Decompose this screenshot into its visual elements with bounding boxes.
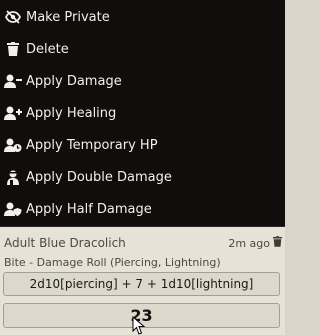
message-header: Adult Blue Dracolich 2m ago <box>4 235 282 251</box>
menu-item-apply-healing[interactable]: Apply Healing <box>0 97 285 129</box>
user-injured-icon <box>0 170 26 185</box>
menu-item-label: Apply Temporary HP <box>26 137 158 153</box>
message-speaker: Adult Blue Dracolich <box>4 236 126 250</box>
message-timestamp: 2m ago <box>228 236 270 250</box>
menu-item-apply-half-damage[interactable]: Apply Half Damage <box>0 193 285 225</box>
trash-icon[interactable] <box>273 236 282 250</box>
user-shield-icon <box>0 202 26 216</box>
eye-slash-icon <box>0 10 26 24</box>
dice-total[interactable]: 23 <box>3 303 280 328</box>
menu-item-label: Apply Double Damage <box>26 169 172 185</box>
menu-item-apply-damage[interactable]: Apply Damage <box>0 65 285 97</box>
user-plus-icon <box>0 106 26 120</box>
message-meta: 2m ago <box>228 236 282 250</box>
menu-item-label: Apply Half Damage <box>26 201 152 217</box>
menu-item-label: Apply Damage <box>26 73 122 89</box>
user-clock-icon <box>0 138 26 152</box>
message-flavor: Bite - Damage Roll (Piercing, Lightning) <box>4 256 221 269</box>
context-menu: Make Private Delete Apply Damage Apply H… <box>0 0 285 227</box>
dice-formula[interactable]: 2d10[piercing] + 7 + 1d10[lightning] <box>3 272 280 296</box>
menu-item-label: Apply Healing <box>26 105 117 121</box>
menu-item-label: Delete <box>26 41 69 57</box>
trash-icon <box>0 42 26 56</box>
menu-item-apply-double-damage[interactable]: Apply Double Damage <box>0 161 285 193</box>
menu-item-label: Make Private <box>26 9 110 25</box>
menu-item-apply-temporary-hp[interactable]: Apply Temporary HP <box>0 129 285 161</box>
menu-item-delete[interactable]: Delete <box>0 33 285 65</box>
menu-item-make-private[interactable]: Make Private <box>0 1 285 33</box>
chat-message-card: Adult Blue Dracolich 2m ago Bite - Damag… <box>0 227 285 335</box>
user-minus-icon <box>0 74 26 88</box>
